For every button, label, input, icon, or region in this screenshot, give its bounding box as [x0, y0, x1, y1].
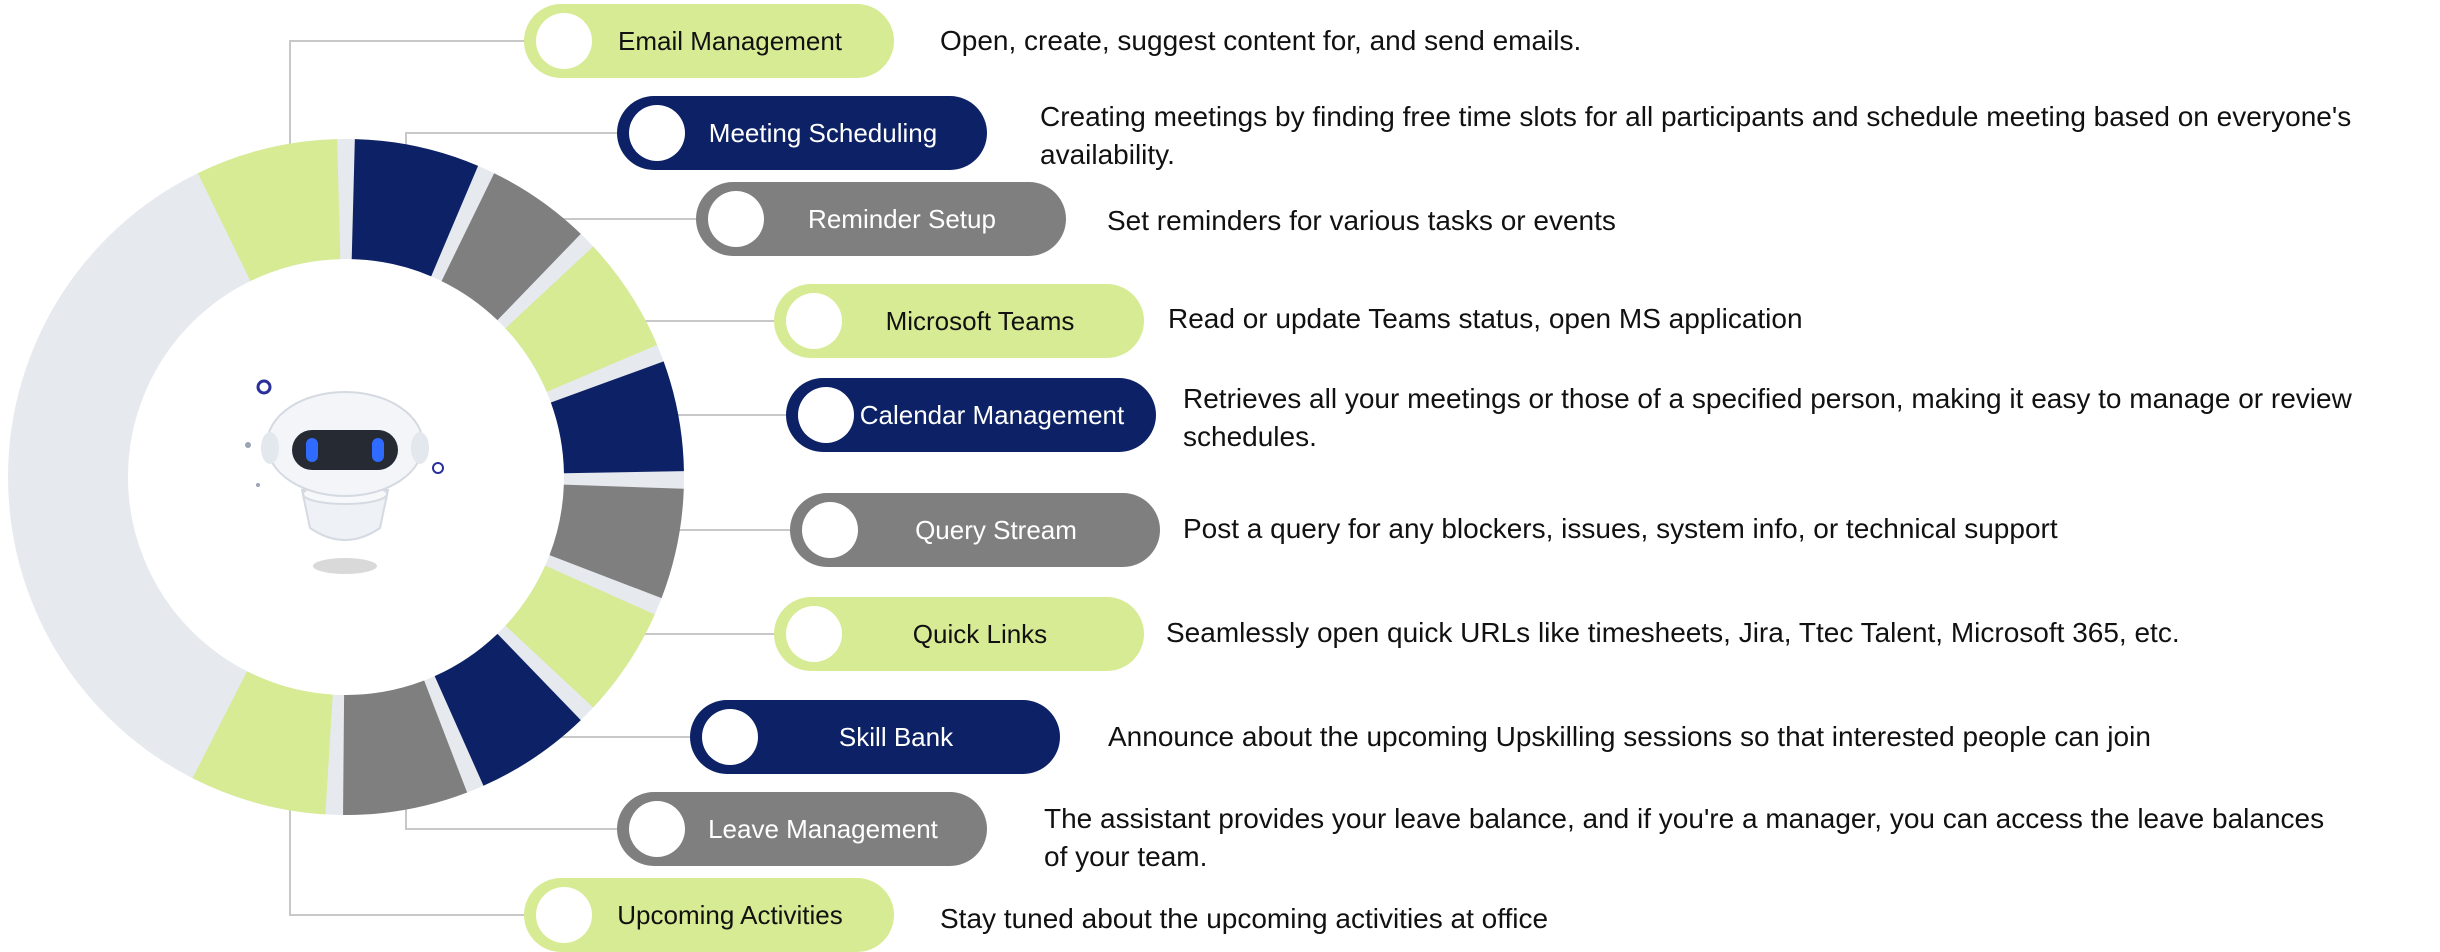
- feature-pill-4: Microsoft Teams: [774, 284, 1144, 358]
- pill-dot-icon: [629, 105, 685, 161]
- pill-dot-icon: [708, 191, 764, 247]
- feature-pill-10: Upcoming Activities: [524, 878, 894, 952]
- feature-pill-2: Meeting Scheduling: [617, 96, 987, 170]
- feature-pill-3: Reminder Setup: [696, 182, 1066, 256]
- feature-label: Email Management: [618, 25, 842, 56]
- feature-label: Upcoming Activities: [617, 899, 843, 930]
- feature-label: Quick Links: [912, 618, 1048, 649]
- pill-dot-icon: [786, 293, 842, 349]
- feature-description-8: Announce about the upcoming Upskilling s…: [1108, 721, 2151, 752]
- feature-pill-7: Quick Links: [774, 597, 1144, 671]
- feature-description-3: Set reminders for various tasks or event…: [1107, 205, 1616, 236]
- pill-dot-icon: [629, 801, 685, 857]
- feature-pill-5: Calendar Management: [786, 378, 1156, 452]
- pill-dot-icon: [798, 387, 854, 443]
- feature-pill-6: Query Stream: [790, 493, 1160, 567]
- feature-description-10: Stay tuned about the upcoming activities…: [940, 903, 1549, 934]
- pill-dot-icon: [536, 13, 592, 69]
- feature-label: Meeting Scheduling: [708, 117, 938, 148]
- feature-description-6: Post a query for any blockers, issues, s…: [1183, 513, 2058, 544]
- feature-pill-1: Email Management: [524, 4, 894, 78]
- feature-description-5: Retrieves all your meetings or those of …: [1183, 383, 2352, 452]
- feature-description-1: Open, create, suggest content for, and s…: [940, 25, 1582, 56]
- robot-assistant-icon: [245, 379, 444, 574]
- pill-dot-icon: [802, 502, 858, 558]
- feature-label: Reminder Setup: [808, 203, 996, 234]
- feature-label: Leave Management: [708, 813, 938, 844]
- feature-label: Microsoft Teams: [885, 305, 1075, 336]
- feature-pill-8: Skill Bank: [690, 700, 1060, 774]
- feature-description-4: Read or update Teams status, open MS app…: [1168, 303, 1803, 334]
- feature-description-9: The assistant provides your leave balanc…: [1044, 803, 2325, 872]
- pill-dot-icon: [786, 606, 842, 662]
- pill-dot-icon: [536, 887, 592, 943]
- feature-label: Query Stream: [915, 514, 1077, 545]
- feature-pill-9: Leave Management: [617, 792, 987, 866]
- feature-label: Skill Bank: [838, 721, 954, 752]
- feature-description-2: Creating meetings by finding free time s…: [1040, 101, 2352, 170]
- pill-dot-icon: [702, 709, 758, 765]
- feature-description-7: Seamlessly open quick URLs like timeshee…: [1166, 617, 2180, 648]
